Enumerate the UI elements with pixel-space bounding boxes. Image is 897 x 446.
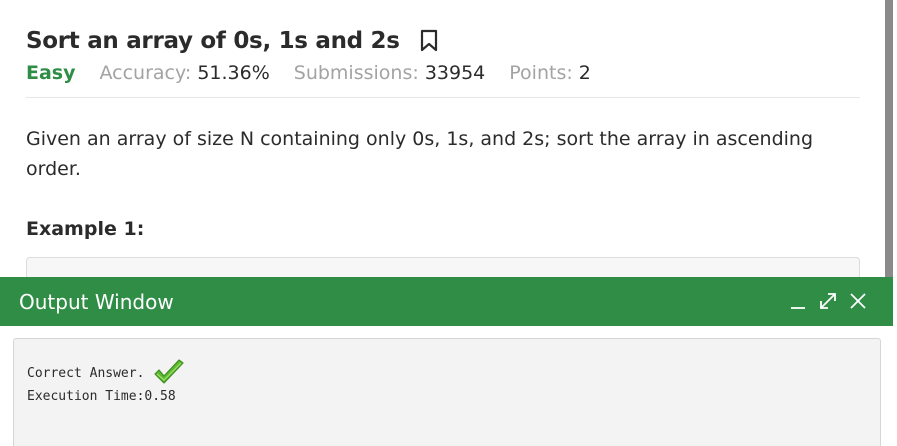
- points-stat: Points: 2: [509, 62, 591, 84]
- scrollbar-thumb[interactable]: [885, 0, 893, 290]
- execution-time: Execution Time:0.58: [27, 389, 176, 404]
- result-line: Correct Answer.: [27, 359, 186, 387]
- output-window-title: Output Window: [19, 289, 174, 314]
- accuracy-value: 51.36%: [197, 62, 270, 84]
- points-value: 2: [578, 62, 591, 84]
- result-text: Correct Answer.: [27, 365, 145, 381]
- window-controls: [787, 290, 869, 312]
- difficulty-badge: Easy: [26, 62, 76, 84]
- accuracy-label: Accuracy:: [99, 62, 198, 84]
- accuracy-stat: Accuracy: 51.36%: [100, 62, 270, 84]
- problem-description: Given an array of size N containing only…: [26, 128, 814, 180]
- output-window-body: Correct Answer. Execution Time:0.58: [0, 326, 893, 446]
- output-window-header: Output Window: [0, 277, 893, 326]
- submissions-value: 33954: [424, 62, 486, 84]
- problem-title: Sort an array of 0s, 1s and 2s: [26, 28, 400, 54]
- points-label: Points:: [509, 62, 579, 84]
- example-heading: Example 1:: [26, 218, 145, 240]
- output-console: Correct Answer. Execution Time:0.58: [13, 338, 881, 446]
- submissions-label: Submissions:: [293, 62, 425, 84]
- minimize-icon[interactable]: [787, 290, 809, 312]
- checkmark-icon: [152, 359, 186, 387]
- bookmark-icon[interactable]: [420, 29, 438, 53]
- divider: [26, 97, 860, 98]
- submissions-stat: Submissions: 33954: [294, 62, 486, 84]
- close-icon[interactable]: [847, 290, 869, 312]
- problem-meta: Easy Accuracy: 51.36% Submissions: 33954…: [26, 60, 615, 86]
- title-row: Sort an array of 0s, 1s and 2s: [26, 26, 438, 56]
- expand-icon[interactable]: [817, 290, 839, 312]
